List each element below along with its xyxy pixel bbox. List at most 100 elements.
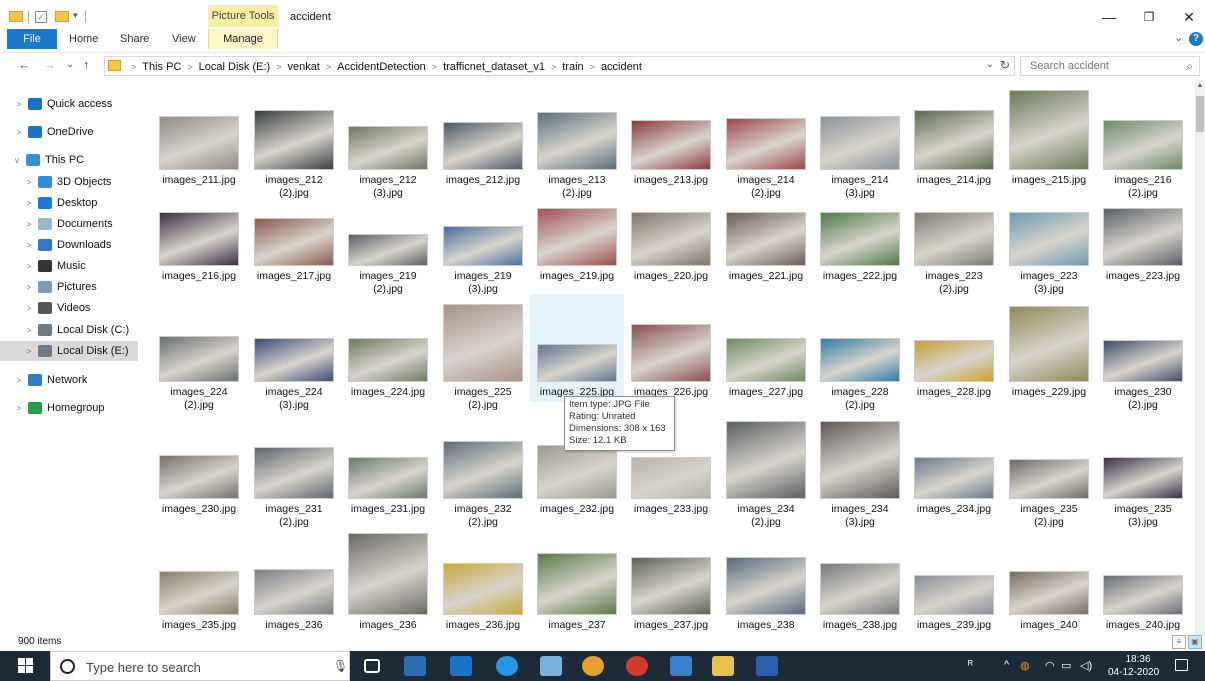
app-icon[interactable] [670,656,692,676]
file-name[interactable]: images_231.jpg [341,503,435,516]
file-name[interactable]: images_231 (2).jpg [247,503,341,529]
file-tile[interactable]: images_236 [341,527,435,633]
search-input[interactable] [1021,57,1181,75]
image-thumbnail[interactable] [631,457,711,499]
file-tile[interactable]: images_228 (2).jpg [813,294,907,411]
nav-item[interactable]: > Desktop [0,193,138,213]
file-name[interactable]: images_224 (3).jpg [247,386,341,412]
image-thumbnail[interactable] [820,338,900,382]
chevron-right-icon[interactable]: > [14,100,24,109]
file-tile[interactable]: images_216.jpg [152,178,246,286]
tab-manage[interactable]: Manage [208,29,278,49]
expand-ribbon-button[interactable]: ⌄ [1174,31,1183,44]
file-tile[interactable]: images_227.jpg [719,294,813,402]
file-name[interactable]: images_221.jpg [719,270,813,283]
image-thumbnail[interactable] [1009,571,1089,615]
image-thumbnail[interactable] [1009,90,1089,170]
file-tile[interactable]: images_239.jpg [907,527,1001,633]
chevron-right-icon[interactable]: > [24,220,34,229]
search-box[interactable]: ⌕ [1020,56,1200,76]
minimize-button[interactable]: — [1097,6,1121,28]
image-thumbnail[interactable] [914,457,994,499]
nav-item[interactable]: > Quick access [0,94,138,114]
notification-center-icon[interactable] [1175,659,1188,671]
file-tile[interactable]: images_225 (2).jpg [436,294,530,411]
file-tile[interactable]: images_217.jpg [247,178,341,286]
microphone-icon[interactable]: 🎙 [333,659,348,673]
chevron-right-icon[interactable]: > [24,262,34,271]
file-tile[interactable]: images_237 [530,527,624,633]
file-name[interactable]: images_235.jpg [152,619,246,632]
breadcrumb-venkat[interactable]: venkat [287,61,319,73]
file-tile[interactable]: images_220.jpg [624,178,718,286]
image-thumbnail[interactable] [254,338,334,382]
file-name[interactable]: images_219 (2).jpg [341,270,435,296]
customize-toolbar-icon[interactable]: ▾ [73,10,78,26]
file-name[interactable]: images_219 (3).jpg [436,270,530,296]
tab-share[interactable]: Share [120,29,149,49]
image-thumbnail[interactable] [254,218,334,266]
image-thumbnail[interactable] [914,212,994,266]
file-name[interactable]: images_232 (2).jpg [436,503,530,529]
file-tile[interactable]: images_236.jpg [436,527,530,633]
file-tile[interactable]: images_219 (3).jpg [436,178,530,295]
file-name[interactable]: images_236 [341,619,435,632]
clock-time[interactable]: 18:36 [1123,654,1153,665]
chevron-right-icon[interactable]: > [24,178,34,187]
file-tile[interactable]: images_211.jpg [152,82,246,190]
image-thumbnail[interactable] [537,344,617,382]
file-tile[interactable]: images_229.jpg [1002,294,1096,402]
nav-item[interactable]: > Network [0,370,138,390]
image-thumbnail[interactable] [537,112,617,170]
file-name[interactable]: images_236 [247,619,341,632]
chevron-right-icon[interactable]: > [432,62,437,72]
file-name[interactable]: images_236.jpg [436,619,530,632]
image-thumbnail[interactable] [914,575,994,615]
up-button[interactable]: ↑ [83,57,90,72]
file-tile[interactable]: images_212.jpg [436,82,530,190]
file-tile[interactable]: images_216 (2).jpg [1096,82,1190,199]
file-tile[interactable]: images_238 [719,527,813,633]
chevron-down-icon[interactable]: v [12,156,22,165]
image-thumbnail[interactable] [443,226,523,266]
breadcrumb-trafficnet-dataset[interactable]: trafficnet_dataset_v1 [443,61,545,73]
image-thumbnail[interactable] [159,116,239,170]
tab-home[interactable]: Home [69,29,98,49]
file-name[interactable]: images_234 (3).jpg [813,503,907,529]
image-thumbnail[interactable] [1103,208,1183,266]
breadcrumb-train[interactable]: train [562,61,583,73]
file-tile[interactable]: images_235.jpg [152,527,246,633]
file-tile[interactable]: images_224 (2).jpg [152,294,246,411]
tab-view[interactable]: View [172,29,196,49]
image-thumbnail[interactable] [443,122,523,170]
file-tile[interactable]: images_224 (3).jpg [247,294,341,411]
image-thumbnail[interactable] [348,234,428,266]
file-name[interactable]: images_235 (2).jpg [1002,503,1096,529]
file-name[interactable]: images_217.jpg [247,270,341,283]
image-thumbnail[interactable] [1009,306,1089,382]
file-tile[interactable]: images_237.jpg [624,527,718,633]
store-icon[interactable] [404,656,426,676]
image-thumbnail[interactable] [537,208,617,266]
image-thumbnail[interactable] [820,563,900,615]
taskbar-search-box[interactable]: Type here to search 🎙 [50,651,350,681]
battery-icon[interactable]: ▭ [1061,659,1071,672]
file-tile[interactable]: images_230.jpg [152,411,246,519]
file-name[interactable]: images_227.jpg [719,386,813,399]
chevron-right-icon[interactable]: > [24,304,34,313]
file-tile[interactable]: images_234 (3).jpg [813,411,907,528]
image-thumbnail[interactable] [820,116,900,170]
nav-item[interactable]: > Downloads [0,235,138,255]
image-thumbnail[interactable] [443,563,523,615]
image-thumbnail[interactable] [254,110,334,170]
file-tile[interactable]: images_225.jpg [530,294,624,402]
image-thumbnail[interactable] [726,557,806,615]
image-thumbnail[interactable] [726,338,806,382]
chevron-right-icon[interactable]: > [24,241,34,250]
word-icon[interactable] [756,656,778,676]
file-name[interactable]: images_233.jpg [624,503,718,516]
help-icon[interactable]: ? [1189,32,1203,46]
clock-date[interactable]: 04-12-2020 [1108,667,1159,678]
image-thumbnail[interactable] [537,445,617,499]
chevron-right-icon[interactable]: > [551,62,556,72]
